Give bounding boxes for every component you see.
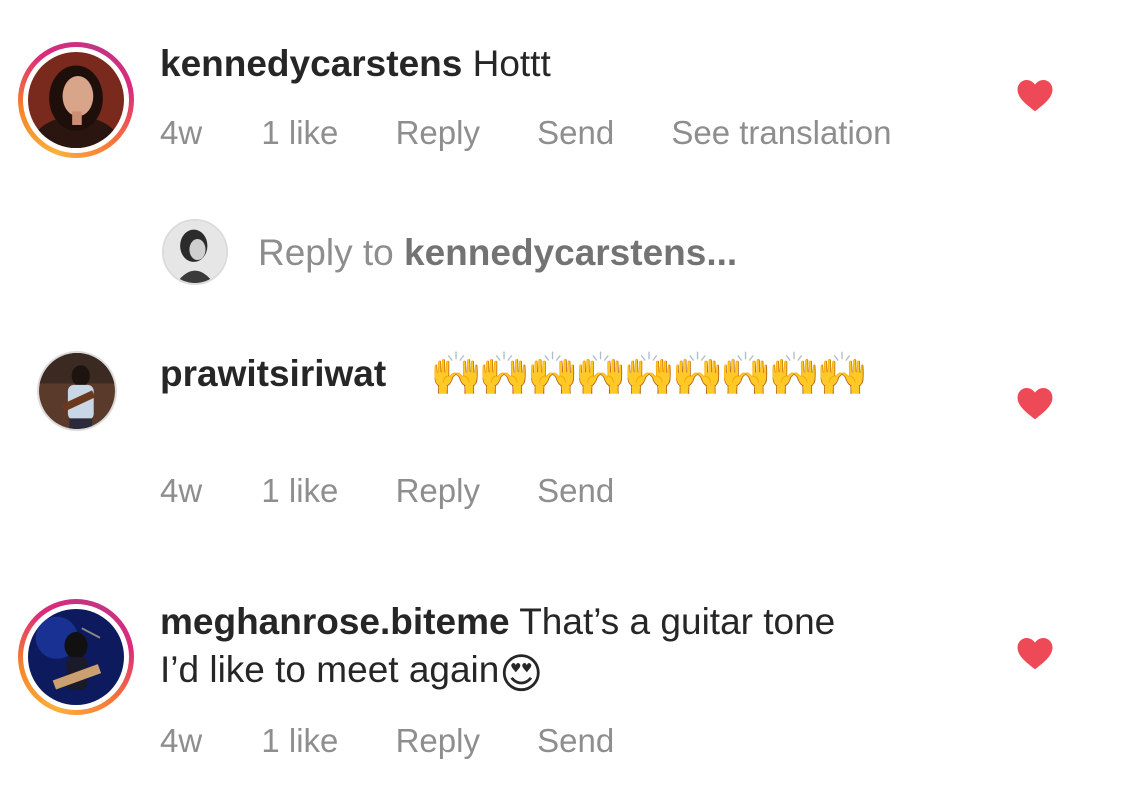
- avatar-image: [39, 353, 115, 429]
- comment-meta: 4w 1 like Reply Send: [160, 472, 662, 510]
- comment-emoji-text: 🙌🙌🙌🙌🙌🙌🙌🙌🙌: [430, 350, 869, 397]
- avatar-prawitsiriwat[interactable]: [37, 351, 117, 431]
- send-button[interactable]: Send: [537, 472, 614, 509]
- likes-count[interactable]: 1 like: [261, 114, 338, 151]
- send-button[interactable]: Send: [537, 114, 614, 151]
- comment-text-line-1: meghanrose.biteme That’s a guitar tone: [160, 598, 835, 646]
- heart-icon[interactable]: [1017, 638, 1053, 670]
- comment-kennedycarstens: kennedycarstens Hottt 4w 1 like Reply Se…: [0, 0, 1125, 200]
- comment-meta: 4w 1 like Reply Send: [160, 722, 662, 760]
- timestamp: 4w: [160, 114, 203, 151]
- likes-count[interactable]: 1 like: [261, 472, 338, 509]
- reply-to-row[interactable]: Reply to kennedycarstens...: [162, 219, 862, 285]
- comment-prawitsiriwat: prawitsiriwat 🙌🙌🙌🙌🙌🙌🙌🙌🙌 4w 1 like Reply …: [0, 340, 1125, 520]
- likes-count[interactable]: 1 like: [261, 722, 338, 759]
- avatar-image: [164, 221, 226, 283]
- reply-prefix: Reply to: [258, 232, 394, 273]
- comment-meghanrose-biteme: meghanrose.biteme That’s a guitar tone I…: [0, 590, 1125, 790]
- heart-icon[interactable]: [1017, 80, 1053, 112]
- comment-text: kennedycarstens Hottt: [160, 40, 551, 88]
- username-link[interactable]: meghanrose.biteme: [160, 601, 510, 642]
- avatar-kennedycarstens[interactable]: [18, 42, 134, 158]
- timestamp: 4w: [160, 722, 203, 759]
- avatar-image: [28, 52, 124, 148]
- avatar-image: [28, 609, 124, 705]
- reply-button[interactable]: Reply: [396, 472, 480, 509]
- reply-button[interactable]: Reply: [396, 114, 480, 151]
- comment-body: Hottt: [472, 43, 551, 84]
- see-translation-button[interactable]: See translation: [671, 114, 891, 151]
- comment-text: prawitsiriwat: [160, 350, 386, 398]
- comment-body-line-1: That’s a guitar tone: [519, 601, 836, 642]
- comment-body: 🙌🙌🙌🙌🙌🙌🙌🙌🙌: [430, 350, 869, 398]
- reply-target: kennedycarstens...: [404, 232, 738, 273]
- avatar-meghanrose-biteme[interactable]: [18, 599, 134, 715]
- comment-meta: 4w 1 like Reply Send See translation: [160, 114, 940, 152]
- current-user-avatar: [162, 219, 228, 285]
- comment-text-line-2: I’d like to meet again😍: [160, 646, 543, 698]
- comment-body-line-2: I’d like to meet again: [160, 649, 500, 690]
- reply-button[interactable]: Reply: [396, 722, 480, 759]
- send-button[interactable]: Send: [537, 722, 614, 759]
- username-link[interactable]: prawitsiriwat: [160, 353, 386, 394]
- heart-icon[interactable]: [1017, 388, 1053, 420]
- heart-eyes-emoji: 😍: [499, 650, 544, 697]
- reply-prompt[interactable]: Reply to kennedycarstens...: [258, 233, 737, 273]
- timestamp: 4w: [160, 472, 203, 509]
- username-link[interactable]: kennedycarstens: [160, 43, 462, 84]
